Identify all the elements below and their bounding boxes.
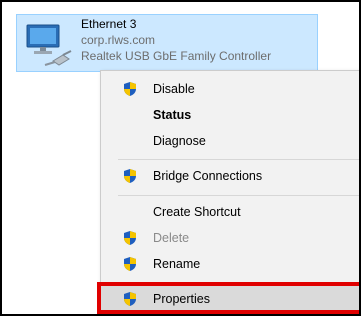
menu-item-diagnose[interactable]: Diagnose <box>101 128 359 154</box>
network-adapter-ethernet-3[interactable]: Ethernet 3 corp.rlws.com Realtek USB GbE… <box>16 14 318 72</box>
menu-item-create-shortcut[interactable]: Create Shortcut <box>101 199 359 225</box>
uac-shield-icon <box>124 292 136 306</box>
menu-item-properties[interactable]: Properties <box>101 286 359 312</box>
menu-item-label: Properties <box>153 292 210 306</box>
menu-item-delete: Delete <box>101 225 359 251</box>
menu-item-label: Create Shortcut <box>153 205 241 219</box>
menu-separator <box>118 282 359 283</box>
menu-item-rename[interactable]: Rename <box>101 251 359 277</box>
menu-item-label: Delete <box>153 231 190 245</box>
menu-separator <box>118 159 359 160</box>
adapter-device: Realtek USB GbE Family Controller <box>81 49 272 63</box>
uac-shield-icon <box>124 231 136 245</box>
menu-item-label: Bridge Connections <box>153 169 263 183</box>
context-menu: Disable Status Diagnose Bridge Connectio… <box>100 70 359 314</box>
adapter-name: Ethernet 3 <box>81 17 137 31</box>
adapter-details: Ethernet 3 corp.rlws.com Realtek USB GbE… <box>81 16 271 64</box>
menu-item-bridge-connections[interactable]: Bridge Connections <box>101 163 359 189</box>
adapter-domain: corp.rlws.com <box>81 33 156 47</box>
uac-shield-icon <box>124 257 136 271</box>
uac-shield-icon <box>124 169 136 183</box>
menu-item-label: Rename <box>153 257 201 271</box>
network-adapter-icon <box>26 24 72 66</box>
menu-item-label: Status <box>153 108 192 122</box>
screenshot-frame: Ethernet 3 corp.rlws.com Realtek USB GbE… <box>0 0 361 316</box>
menu-separator <box>118 195 359 196</box>
menu-item-label: Disable <box>153 82 195 96</box>
menu-item-label: Diagnose <box>153 134 206 148</box>
uac-shield-icon <box>124 82 136 96</box>
menu-item-disable[interactable]: Disable <box>101 76 359 102</box>
menu-item-status[interactable]: Status <box>101 102 359 128</box>
